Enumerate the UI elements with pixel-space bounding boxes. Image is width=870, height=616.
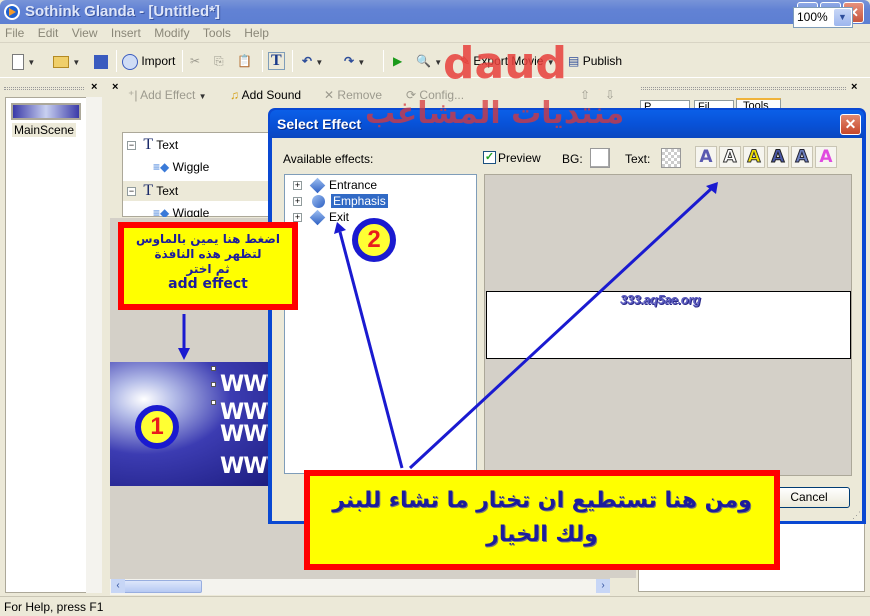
watermark-latin: daud (443, 38, 568, 89)
note-line: add effect (168, 276, 248, 292)
instruction-note-1: اضغط هنا يمين بالماوس لتظهر هذه النافذة … (118, 222, 298, 310)
note-line: ولك الخيار (486, 522, 598, 547)
note-line: ثم اختر (186, 262, 230, 276)
arrow-line (338, 231, 404, 469)
watermark-arabic: منتديات المشاغب (365, 96, 625, 131)
arrow-head (178, 348, 190, 360)
note-line: اضغط هنا يمين بالماوس (136, 232, 280, 246)
step-badge-1: 1 (135, 405, 179, 449)
note-line: ومن هنا تستطيع ان تختار ما تشاء للبنر (332, 488, 752, 513)
arrow-line (408, 186, 714, 470)
note-line: لتظهر هذه النافذة (154, 247, 262, 261)
arrow-to-textstyle-annotation (408, 182, 718, 470)
step-badge-2: 2 (352, 218, 396, 262)
status-bar (0, 596, 870, 616)
instruction-note-2: ومن هنا تستطيع ان تختار ما تشاء للبنر ول… (304, 470, 780, 570)
arrow-down-annotation (178, 314, 190, 360)
status-text: For Help, press F1 (4, 600, 104, 614)
